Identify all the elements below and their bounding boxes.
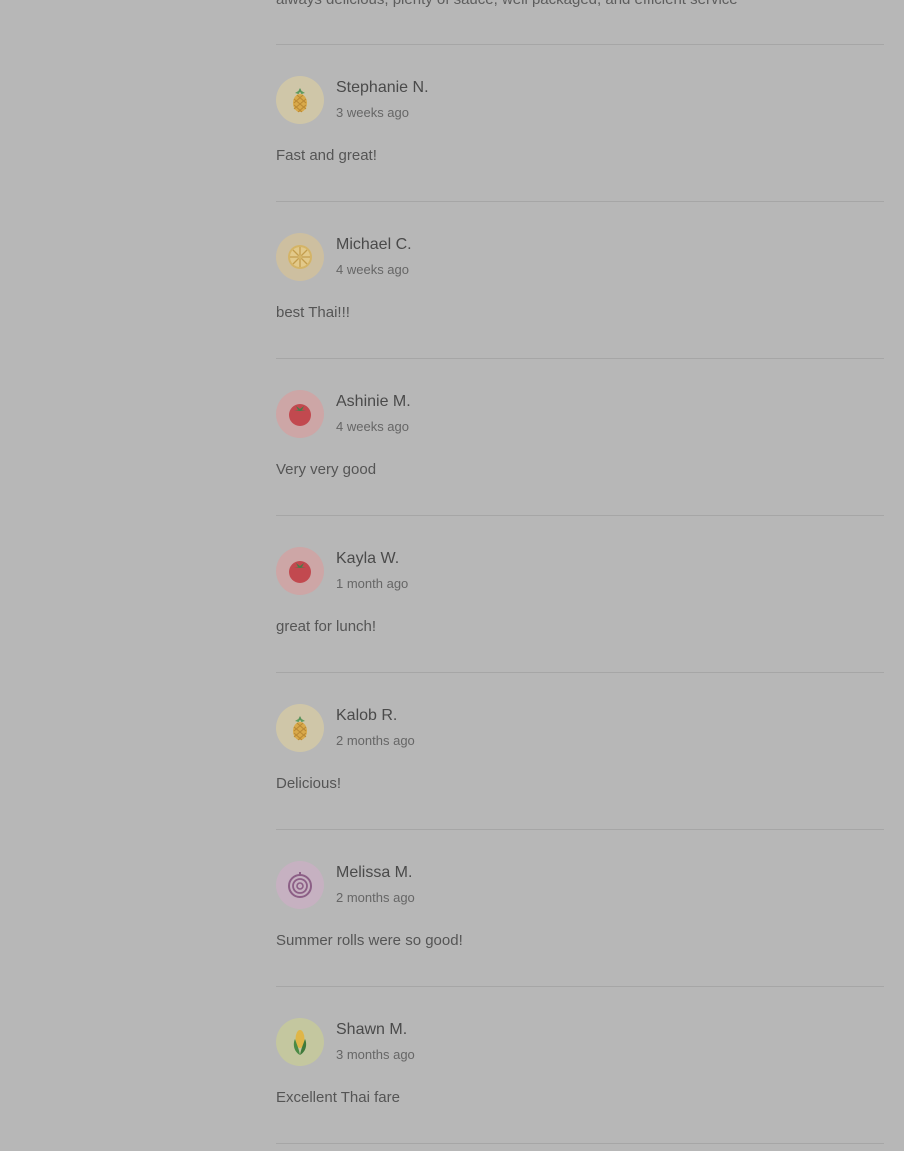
reviewer-name[interactable]: Michael C. (336, 236, 412, 254)
review-item: Melissa M. 2 months ago Summer rolls wer… (276, 830, 884, 987)
review-text: best Thai!!! (276, 304, 350, 321)
avatar[interactable] (276, 861, 324, 909)
onion-icon (288, 872, 312, 898)
review-date: 4 weeks ago (336, 262, 409, 277)
review-date: 4 weeks ago (336, 419, 409, 434)
avatar[interactable] (276, 547, 324, 595)
review-item: Kayla W. 1 month ago great for lunch! (276, 516, 884, 673)
avatar[interactable] (276, 390, 324, 438)
review-item: Shawn M. 3 months ago Excellent Thai far… (276, 987, 884, 1144)
review-text: Summer rolls were so good! (276, 932, 463, 949)
reviewer-name[interactable]: Kalob R. (336, 707, 397, 725)
review-text: Fast and great! (276, 147, 377, 164)
review-text: Delicious! (276, 775, 342, 792)
reviews-page: always delicious, plenty of sauce, well … (0, 0, 904, 1151)
review-text: great for lunch! (276, 618, 377, 635)
review-text-truncated: always delicious, plenty of sauce, well … (276, 0, 884, 45)
review-item: Kalob R. 2 months ago Delicious! (276, 673, 884, 830)
review-text: Excellent Thai fare (276, 1089, 400, 1106)
avatar[interactable] (276, 1018, 324, 1066)
pineapple-icon (293, 716, 307, 741)
review-date: 1 month ago (336, 576, 409, 591)
lemon-slice-icon (288, 245, 312, 269)
tomato-icon (289, 561, 311, 583)
tomato-icon (289, 404, 311, 426)
reviewer-name[interactable]: Ashinie M. (336, 393, 411, 411)
review-text: always delicious, plenty of sauce, well … (276, 0, 738, 8)
review-date: 3 weeks ago (336, 105, 409, 120)
reviewer-name[interactable]: Kayla W. (336, 550, 399, 568)
review-date: 2 months ago (336, 733, 415, 748)
reviews-list: always delicious, plenty of sauce, well … (276, 0, 884, 1144)
corn-icon (293, 1030, 307, 1055)
review-item: Ashinie M. 4 weeks ago Very very good (276, 359, 884, 516)
review-date: 2 months ago (336, 890, 415, 905)
avatar[interactable] (276, 76, 324, 124)
reviewer-name[interactable]: Stephanie N. (336, 79, 429, 97)
review-item: Michael C. 4 weeks ago best Thai!!! (276, 202, 884, 359)
review-text: Very very good (276, 461, 377, 478)
reviewer-name[interactable]: Shawn M. (336, 1021, 407, 1039)
avatar[interactable] (276, 233, 324, 281)
pineapple-icon (293, 88, 307, 113)
review-date: 3 months ago (336, 1047, 415, 1062)
reviewer-name[interactable]: Melissa M. (336, 864, 412, 882)
avatar[interactable] (276, 704, 324, 752)
review-item: Stephanie N. 3 weeks ago Fast and great! (276, 45, 884, 202)
